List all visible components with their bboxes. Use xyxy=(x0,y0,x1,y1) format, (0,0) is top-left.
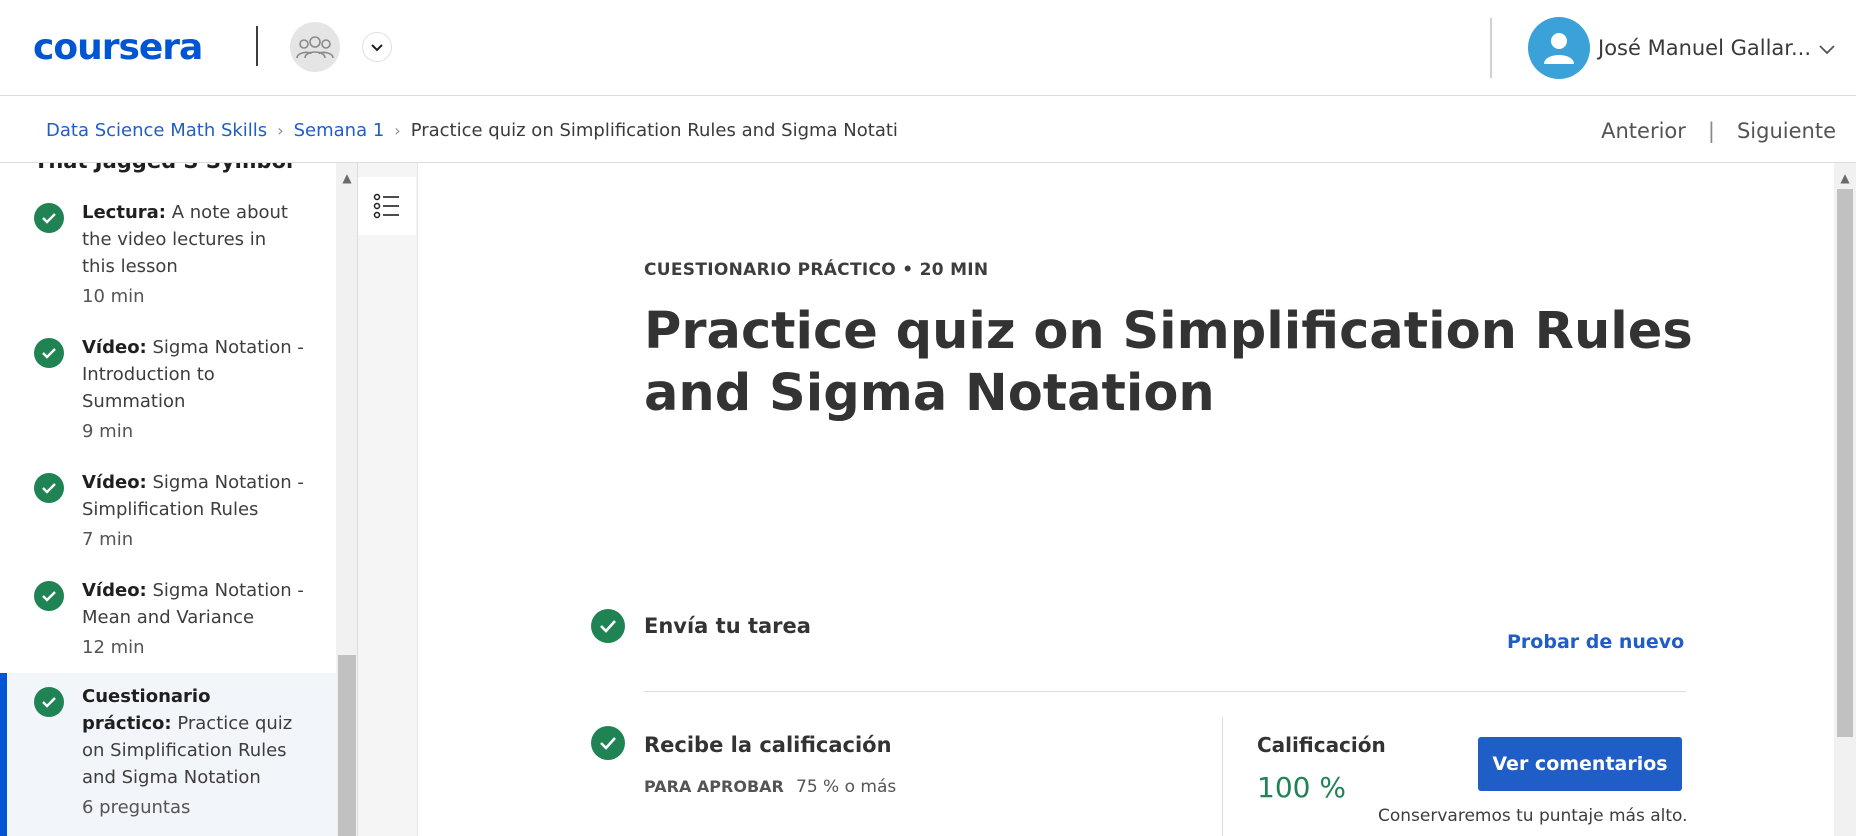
sidebar-item-text: Vídeo: Sigma Notation - Introduction to … xyxy=(82,334,304,445)
sidebar-section-title: That Jagged S Symbol xyxy=(34,163,293,173)
item-duration: 12 min xyxy=(82,637,145,658)
coursera-logo[interactable]: coursera xyxy=(33,28,203,68)
item-duration: 7 min xyxy=(82,529,134,550)
chevron-right-icon: › xyxy=(394,121,401,140)
item-type: Lectura: xyxy=(82,202,166,223)
try-again-link[interactable]: Probar de nuevo xyxy=(1507,631,1684,653)
chevron-down-icon[interactable] xyxy=(362,32,392,62)
logo-divider xyxy=(256,26,258,66)
check-icon xyxy=(34,203,64,233)
nav-separator: | xyxy=(1707,119,1715,143)
breadcrumb: Data Science Math Skills › Semana 1 › Pr… xyxy=(46,119,898,143)
outline-toggle-strip xyxy=(358,163,418,836)
item-eyebrow: CUESTIONARIO PRÁCTICO • 20 MIN xyxy=(644,260,989,280)
course-sidebar: That Jagged S Symbol Lectura: A note abo… xyxy=(0,163,358,836)
sidebar-item-practice-quiz[interactable]: Cuestionario práctico: Practice quiz on … xyxy=(0,673,336,836)
prev-next-nav: Anterior | Siguiente xyxy=(1601,117,1836,145)
user-icon[interactable] xyxy=(1528,17,1590,79)
scroll-up-arrow-icon[interactable]: ▲ xyxy=(1834,171,1856,185)
sidebar-item-text: Cuestionario práctico: Practice quiz on … xyxy=(82,683,304,821)
group-icon[interactable] xyxy=(290,22,340,72)
check-icon xyxy=(591,726,625,760)
main-scroll-thumb[interactable] xyxy=(1837,189,1853,737)
check-icon xyxy=(591,609,625,643)
top-header: coursera José Manuel Gallar... xyxy=(0,0,1856,96)
chevron-right-icon: › xyxy=(277,121,284,140)
sidebar-item-reading[interactable]: Lectura: A note about the video lectures… xyxy=(0,199,336,317)
sidebar-item-video-rules[interactable]: Vídeo: Sigma Notation - Simplification R… xyxy=(0,469,336,553)
submit-step-title: Envía tu tarea xyxy=(644,614,811,638)
keep-highest-score-note: Conservaremos tu puntaje más alto. xyxy=(1378,806,1688,826)
sidebar-scrollbar[interactable]: ▲ xyxy=(336,163,357,836)
item-duration: 10 min xyxy=(82,286,145,307)
list-icon[interactable] xyxy=(358,177,416,235)
item-type: Vídeo: xyxy=(82,337,147,358)
grade-divider xyxy=(1222,717,1223,836)
item-type: Vídeo: xyxy=(82,472,147,493)
next-link[interactable]: Siguiente xyxy=(1737,117,1836,145)
item-duration: 9 min xyxy=(82,421,134,442)
grade-label: Calificación xyxy=(1257,733,1386,757)
check-icon xyxy=(34,581,64,611)
sidebar-item-text: Vídeo: Sigma Notation - Simplification R… xyxy=(82,469,304,553)
pass-label: PARA APROBAR xyxy=(644,777,784,796)
user-name[interactable]: José Manuel Gallar... xyxy=(1598,34,1811,62)
sidebar-item-video-mean[interactable]: Vídeo: Sigma Notation - Mean and Varianc… xyxy=(0,577,336,661)
breadcrumb-current: Practice quiz on Simplification Rules an… xyxy=(410,120,898,141)
item-type: Vídeo: xyxy=(82,580,147,601)
page-title: Practice quiz on Simplification Rules an… xyxy=(644,302,1693,423)
check-icon xyxy=(34,687,64,717)
check-icon xyxy=(34,473,64,503)
breadcrumb-bar: Data Science Math Skills › Semana 1 › Pr… xyxy=(0,97,1856,163)
sidebar-item-text: Vídeo: Sigma Notation - Mean and Varianc… xyxy=(82,577,304,661)
check-icon xyxy=(34,338,64,368)
sidebar-item-video-intro[interactable]: Vídeo: Sigma Notation - Introduction to … xyxy=(0,334,336,444)
pass-value: 75 % o más xyxy=(796,777,897,797)
grade-step-title: Recibe la calificación xyxy=(644,733,892,757)
breadcrumb-course[interactable]: Data Science Math Skills xyxy=(46,119,267,143)
section-divider xyxy=(644,691,1686,692)
user-menu-chevron-down-icon[interactable] xyxy=(1816,38,1838,60)
breadcrumb-week[interactable]: Semana 1 xyxy=(294,119,385,143)
sidebar-scroll-thumb[interactable] xyxy=(338,655,356,836)
sidebar-item-text: Lectura: A note about the video lectures… xyxy=(82,199,304,310)
view-feedback-button[interactable]: Ver comentarios xyxy=(1478,737,1682,791)
active-indicator xyxy=(0,673,7,836)
scroll-up-arrow-icon[interactable]: ▲ xyxy=(336,171,357,185)
header-divider xyxy=(1490,18,1492,78)
main-content: CUESTIONARIO PRÁCTICO • 20 MIN Practice … xyxy=(420,163,1834,836)
main-scrollbar[interactable]: ▲ xyxy=(1834,163,1856,836)
grade-value: 100 % xyxy=(1257,771,1346,804)
previous-link[interactable]: Anterior xyxy=(1601,117,1686,145)
item-duration: 6 preguntas xyxy=(82,797,191,818)
